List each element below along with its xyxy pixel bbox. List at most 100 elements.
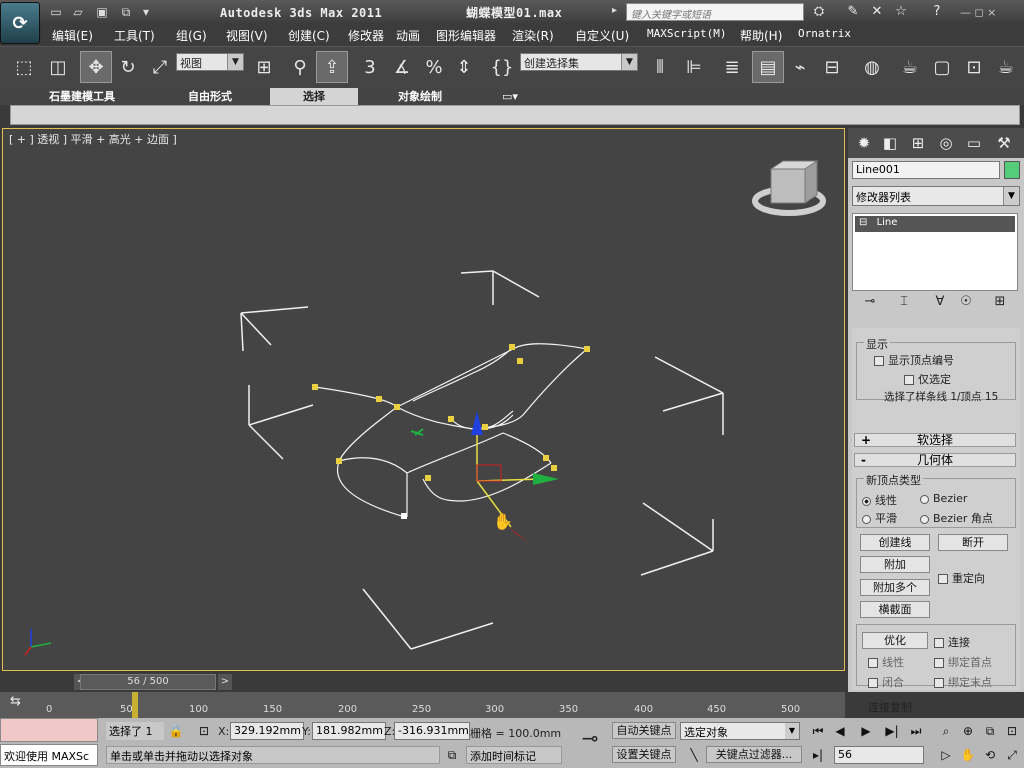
zoom-all-icon[interactable]: ⊕ — [958, 722, 978, 740]
time-slider[interactable]: 56 / 500 — [80, 674, 216, 690]
menu-view[interactable]: 视图(V) — [226, 27, 268, 44]
linear-checkbox[interactable]: 线性 — [868, 654, 904, 670]
selected-only-checkbox[interactable]: 仅选定 — [904, 371, 951, 387]
next-frame-icon[interactable]: ▶| — [882, 722, 902, 740]
field-of-view-icon[interactable]: ▷ — [936, 746, 956, 764]
soft-selection-rollout[interactable]: + 软选择 — [854, 433, 1016, 447]
object-color-swatch[interactable] — [1004, 161, 1020, 179]
previous-frame-icon[interactable]: ◀ — [830, 722, 850, 740]
modifier-list-dropdown[interactable]: 修改器列表 ▼ — [852, 186, 1020, 206]
key-icon[interactable]: ⊸ — [572, 726, 608, 760]
maximize-viewport-icon[interactable]: ⤢ — [1002, 746, 1022, 764]
configure-sets-icon[interactable]: ⊞ — [990, 294, 1010, 312]
manipulate-icon[interactable]: ⚲ — [284, 51, 316, 83]
key-mode-toggle-icon[interactable]: ▸| — [808, 746, 828, 764]
go-to-end-icon[interactable]: ⏭ — [906, 722, 926, 740]
spline-vertices[interactable] — [312, 344, 590, 519]
app-logo-button[interactable]: ⟳ — [0, 2, 40, 44]
current-frame-field[interactable]: 56 — [834, 746, 924, 764]
display-tab-icon[interactable]: ▭ — [962, 131, 986, 155]
menu-maxscript[interactable]: MAXScript(M) — [647, 27, 726, 40]
keyboard-shortcut-override-icon[interactable]: ⇪ — [316, 51, 348, 83]
zoom-icon[interactable]: ⌕ — [936, 722, 956, 740]
select-object-icon[interactable]: ⬚ — [8, 51, 40, 83]
utilities-tab-icon[interactable]: ⚒ — [992, 131, 1016, 155]
mirror-icon[interactable]: ⫴ — [644, 51, 676, 83]
dropdown-arrow-icon[interactable]: ▾ — [138, 4, 154, 20]
play-icon[interactable]: ▶ — [856, 722, 876, 740]
break-button[interactable]: 断开 — [938, 534, 1008, 551]
rendered-frame-icon[interactable]: ▢ — [926, 51, 958, 83]
spline-shape[interactable] — [314, 343, 588, 518]
tab-freeform[interactable]: 自由形式 — [150, 88, 270, 105]
binoculars-icon[interactable]: ⛭ — [810, 4, 828, 20]
select-region-icon[interactable]: ◫ — [42, 51, 74, 83]
key-filters-button[interactable]: 关键点过滤器... — [706, 746, 802, 763]
material-editor-icon[interactable]: ◍ — [856, 51, 888, 83]
remove-modifier-icon[interactable]: ☉ — [956, 294, 976, 312]
graphite-toggle-icon[interactable]: ▤ — [752, 51, 784, 83]
show-end-result-icon[interactable]: ⌶ — [894, 294, 914, 312]
closed-checkbox[interactable]: 闭合 — [868, 674, 904, 690]
object-name-field[interactable]: Line001 — [852, 161, 1000, 179]
z-coordinate-field[interactable]: -316.931mm — [394, 722, 470, 740]
reference-coord-dropdown[interactable]: 视图 ▼ — [176, 53, 244, 71]
schematic-view-icon[interactable]: ⊟ — [816, 51, 848, 83]
x-coordinate-field[interactable]: 329.192mm — [230, 722, 304, 740]
maxscript-mini-listener[interactable]: 欢迎使用 MAXSc — [0, 744, 98, 766]
select-rotate-icon[interactable]: ↻ — [112, 51, 144, 83]
x-tools-icon[interactable]: ✕ — [868, 4, 886, 20]
menu-ornatrix[interactable]: Ornatrix — [798, 27, 851, 40]
render-icon[interactable]: ⊡ — [958, 51, 990, 83]
next-frame-button[interactable]: > — [218, 674, 232, 690]
auto-key-button[interactable]: 自动关键点 — [612, 722, 676, 739]
show-vertex-numbers-checkbox[interactable]: 显示顶点编号 — [874, 352, 954, 368]
edit-named-selection-icon[interactable]: {} — [486, 51, 518, 83]
y-coordinate-field[interactable]: 181.982mm — [312, 722, 386, 740]
current-frame-marker[interactable] — [132, 692, 138, 718]
vertex-type-bezier-radio[interactable]: Bezier — [920, 492, 967, 505]
geometry-rollout[interactable]: - 几何体 — [854, 453, 1016, 467]
ribbon-options-icon[interactable]: ▭▾ — [496, 88, 524, 105]
perspective-viewport[interactable]: [ + ] 透视 ] 平滑 + 高光 + 边面 ] ✋ — [2, 128, 845, 671]
create-line-button[interactable]: 创建线 — [860, 534, 930, 551]
render-setup-icon[interactable]: ☕ — [894, 51, 926, 83]
vertex-type-linear-radio[interactable]: 线性 — [862, 492, 897, 508]
save-file-icon[interactable]: ▣ — [94, 4, 110, 20]
track-bar[interactable]: ⇆ 0 50 100 150 200 250 300 350 400 450 5… — [0, 692, 845, 718]
cross-section-button[interactable]: 横截面 — [860, 601, 930, 618]
layer-manager-icon[interactable]: ≣ — [716, 51, 748, 83]
add-time-tag-button[interactable]: 添加时间标记 — [466, 746, 562, 764]
window-controls[interactable]: — ◻ × — [960, 6, 996, 19]
menu-help[interactable]: 帮助(H) — [740, 27, 782, 44]
orbit-icon[interactable]: ⟲ — [980, 746, 1000, 764]
move-gizmo[interactable]: ✋ — [471, 411, 559, 545]
tools-icon[interactable]: ✎ — [844, 4, 862, 20]
star-icon[interactable]: ☆ — [892, 4, 910, 20]
tab-selection[interactable]: 选择 — [270, 88, 358, 105]
motion-tab-icon[interactable]: ◎ — [934, 131, 958, 155]
align-icon[interactable]: ⊫ — [678, 51, 710, 83]
percent-snap-icon[interactable]: % — [418, 51, 450, 83]
attach-multiple-button[interactable]: 附加多个 — [860, 579, 930, 596]
select-scale-icon[interactable]: ⤢ — [144, 51, 176, 83]
quick-render-icon[interactable]: ☕ — [990, 51, 1022, 83]
menu-group[interactable]: 组(G) — [176, 27, 207, 44]
tab-graphite-modeling[interactable]: 石墨建模工具 — [20, 88, 144, 105]
menu-customize[interactable]: 自定义(U) — [575, 27, 629, 44]
make-unique-icon[interactable]: ∀ — [930, 294, 950, 312]
menu-graph-editors[interactable]: 图形编辑器 — [436, 27, 496, 44]
curve-editor-icon[interactable]: ⌁ — [784, 51, 816, 83]
menu-create[interactable]: 创建(C) — [288, 27, 330, 44]
select-move-icon[interactable]: ✥ — [80, 51, 112, 83]
menu-tools[interactable]: 工具(T) — [114, 27, 155, 44]
viewcube[interactable] — [752, 160, 826, 216]
snaps-toggle-icon[interactable]: 3 — [354, 51, 386, 83]
vertex-type-smooth-radio[interactable]: 平滑 — [862, 510, 897, 526]
angle-snap-icon[interactable]: ∡ — [386, 51, 418, 83]
menu-rendering[interactable]: 渲染(R) — [512, 27, 554, 44]
mini-curve-editor-icon[interactable]: ⇆ — [10, 694, 32, 712]
menu-animation[interactable]: 动画 — [396, 27, 420, 44]
spinner-snap-icon[interactable]: ⇕ — [448, 51, 480, 83]
new-file-icon[interactable]: ▭ — [48, 4, 64, 20]
